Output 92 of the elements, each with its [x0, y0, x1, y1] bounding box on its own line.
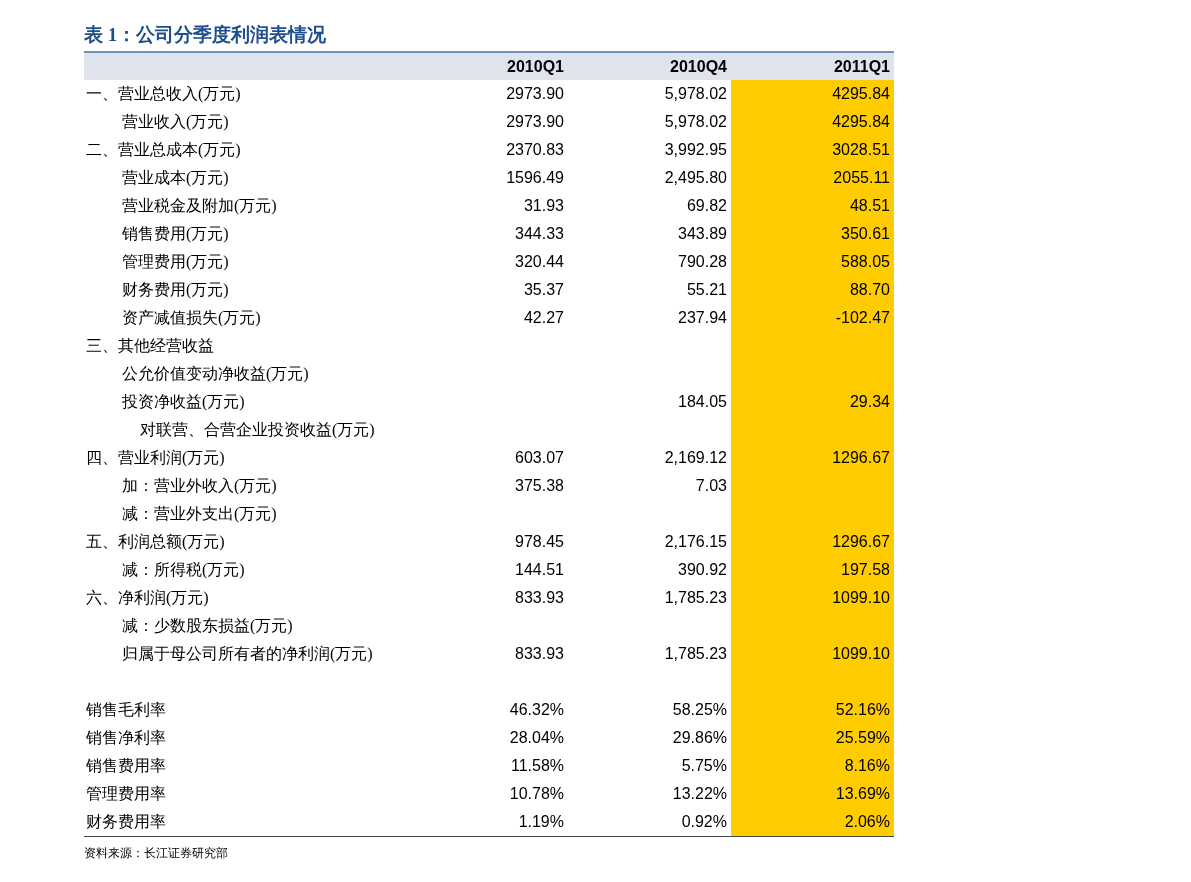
table-cell: 588.05	[731, 248, 894, 276]
table-cell: 2055.11	[731, 164, 894, 192]
table-cell-text: 58.25%	[671, 700, 728, 720]
table-cell-text: 11.58%	[509, 756, 565, 776]
table-cell-text: 2973.90	[505, 112, 565, 132]
row-label: 六、净利润(万元)	[86, 587, 209, 609]
row-label: 二、营业总成本(万元)	[86, 139, 241, 161]
table-cell-text: 35.37	[522, 280, 565, 300]
table-cell-text: 320.44	[514, 252, 565, 272]
row-label: 归属于母公司所有者的净利润(万元)	[122, 643, 373, 665]
table-cell-text: 3,992.95	[663, 140, 728, 160]
row-label: 一、营业总收入(万元)	[86, 83, 241, 105]
table-cell-text: 5,978.02	[663, 112, 728, 132]
table-cell-text: 144.51	[514, 560, 565, 580]
table-cell: 2.06%	[731, 808, 894, 836]
table-cell: 48.51	[731, 192, 894, 220]
table-cell: 1099.10	[731, 584, 894, 612]
row-label: 营业成本(万元)	[122, 167, 229, 189]
row-label: 销售毛利率	[86, 699, 166, 720]
table-cell-text: 790.28	[677, 252, 728, 272]
source-note: 资料来源：长江证券研究部	[84, 845, 229, 862]
row-label: 五、利润总额(万元)	[86, 531, 225, 553]
row-label: 资产减值损失(万元)	[122, 307, 261, 329]
table-title: 表 1：公司分季度利润表情况	[84, 23, 328, 47]
table-cell-text: 2,169.12	[663, 448, 728, 468]
row-label: 财务费用率	[86, 811, 166, 832]
column-header: 2011Q1	[833, 57, 890, 76]
table-cell: 29.34	[731, 388, 894, 416]
row-label: 销售净利率	[86, 727, 166, 748]
table-cell-text: 69.82	[685, 196, 728, 216]
table-cell: 8.16%	[731, 752, 894, 780]
table-cell-text: 5,978.02	[663, 84, 728, 104]
table-cell: 4295.84	[731, 108, 894, 136]
table-cell-text: 0.92%	[680, 812, 728, 832]
table-cell-text: 5.75%	[680, 756, 728, 776]
table-cell: 3028.51	[731, 136, 894, 164]
table-cell-text: 7.03	[694, 476, 728, 496]
row-label: 营业税金及附加(万元)	[122, 195, 277, 217]
row-label: 减：营业外支出(万元)	[122, 503, 277, 525]
table-cell-text: 2370.83	[505, 140, 565, 160]
row-label: 销售费用(万元)	[122, 223, 229, 245]
table-cell-text: 184.05	[677, 392, 728, 412]
table-cell-text: 375.38	[514, 476, 565, 496]
table-cell: -102.47	[731, 304, 894, 332]
table-cell: 350.61	[731, 220, 894, 248]
table-cell: 197.58	[731, 556, 894, 584]
table-cell-text: 2,176.15	[663, 532, 728, 552]
table-cell-text: 978.45	[514, 532, 565, 552]
table-cell-text: 344.33	[514, 224, 565, 244]
table-cell-text: 1596.49	[505, 168, 565, 188]
table-cell-text: 390.92	[677, 560, 728, 580]
table-cell-text: 46.32%	[508, 700, 565, 720]
row-label: 投资净收益(万元)	[122, 391, 245, 413]
table-cell-text: 28.04%	[508, 728, 565, 748]
table-cell-text: 833.93	[514, 588, 565, 608]
row-label: 三、其他经营收益	[86, 335, 214, 356]
table-cell-text: 13.22%	[671, 784, 728, 804]
table-cell: 1296.67	[731, 528, 894, 556]
table-cell-text: 343.89	[677, 224, 728, 244]
row-label: 管理费用率	[86, 783, 166, 804]
table-cell-text: 2,495.80	[663, 168, 728, 188]
column-header: 2010Q1	[507, 57, 564, 76]
row-label: 公允价值变动净收益(万元)	[122, 363, 309, 385]
row-label: 销售费用率	[86, 755, 166, 776]
table-cell: 13.69%	[731, 780, 894, 808]
table-cell-text: 42.27	[522, 308, 565, 328]
row-label: 对联营、合营企业投资收益(万元)	[140, 419, 375, 441]
table-cell-text: 237.94	[677, 308, 728, 328]
table-cell-text: 1.19%	[517, 812, 565, 832]
table-cell-text: 1,785.23	[663, 644, 728, 664]
table-cell-text: 603.07	[514, 448, 565, 468]
row-label: 减：所得税(万元)	[122, 559, 245, 581]
row-label: 加：营业外收入(万元)	[122, 475, 277, 497]
row-label: 四、营业利润(万元)	[86, 447, 225, 469]
column-header: 2010Q4	[670, 57, 727, 76]
table-cell: 1099.10	[731, 640, 894, 668]
table-cell: 4295.84	[731, 80, 894, 108]
table-cell-text: 29.86%	[671, 728, 728, 748]
table-cell-text: 31.93	[522, 196, 565, 216]
table-cell-text: 10.78%	[508, 784, 565, 804]
table-cell: 52.16%	[731, 696, 894, 724]
table-cell-text: 55.21	[685, 280, 728, 300]
row-label: 减：少数股东损益(万元)	[122, 615, 293, 637]
table-cell: 88.70	[731, 276, 894, 304]
row-label: 管理费用(万元)	[122, 251, 229, 273]
table-cell-text: 1,785.23	[663, 588, 728, 608]
row-label: 营业收入(万元)	[122, 111, 229, 133]
table-cell-text: 2973.90	[505, 84, 565, 104]
table-cell: 1296.67	[731, 444, 894, 472]
table-cell: 25.59%	[731, 724, 894, 752]
table-cell-text: 833.93	[514, 644, 565, 664]
row-label: 财务费用(万元)	[122, 279, 229, 301]
